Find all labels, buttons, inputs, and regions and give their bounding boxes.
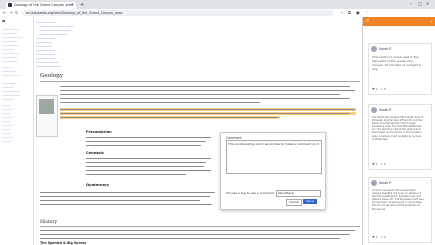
- minimize-icon[interactable]: –: [410, 1, 412, 6]
- subsection-heading: Cenozoic: [86, 151, 105, 155]
- comment-author: Sarah P.: [379, 107, 392, 112]
- save-button[interactable]: Save: [303, 199, 317, 204]
- cancel-button[interactable]: Cancel: [286, 199, 302, 206]
- comment-card[interactable]: Sarah P. ⋯ This section's verse read in …: [368, 43, 432, 95]
- comment-text: This section's verse read in the last pa…: [372, 55, 421, 72]
- paragraph-line: [86, 162, 206, 164]
- sidebar-link[interactable]: ————: [2, 97, 14, 101]
- avatar: [371, 107, 377, 113]
- sidebar-link[interactable]: ———: [2, 139, 11, 143]
- tab-close-icon[interactable]: ×: [71, 2, 74, 6]
- browser-tab[interactable]: Geology of the Grand Canyon area ×: [6, 1, 76, 9]
- paragraph-line: [60, 113, 350, 115]
- comment-text: Common ancestral of the preservation rem…: [372, 189, 424, 211]
- comment-textarea[interactable]: This is interesting, and I would like to…: [226, 140, 322, 174]
- paragraph-line: [86, 158, 211, 160]
- url-text: en.wikipedia.org/wiki/Geology_of_the_Gra…: [26, 10, 123, 15]
- paragraph-line: [60, 109, 355, 111]
- paragraph-line: [40, 230, 355, 232]
- replies-count: 2: [383, 235, 386, 239]
- replies-count: 2: [383, 162, 386, 166]
- section-heading: Geology: [40, 73, 64, 79]
- comments-panel: ☰ × Sarah P. ⋯ This section's verse read…: [362, 17, 435, 245]
- maximize-icon[interactable]: □: [418, 1, 422, 6]
- comment-card[interactable]: Sarah P. ⋯ Common ancestral of the prese…: [368, 177, 432, 243]
- more-icon[interactable]: ⋯: [425, 181, 428, 185]
- subsection-heading: Precambrian: [86, 130, 112, 134]
- sidebar-link[interactable]: —————: [2, 59, 17, 63]
- wikipedia-favicon-icon: [8, 3, 12, 7]
- more-icon[interactable]: ⋯: [425, 47, 428, 51]
- likes-count: 1: [375, 87, 378, 91]
- forward-icon[interactable]: →: [9, 10, 13, 15]
- paragraph-line: [86, 170, 211, 172]
- comment-actions[interactable]: ♥ 1 ↩ 5: [372, 87, 386, 91]
- paragraph-line: [40, 238, 340, 240]
- paragraph-line: [86, 145, 201, 147]
- paragraph-line: [86, 174, 186, 176]
- paragraph-line: [40, 196, 210, 198]
- comment-actions[interactable]: ♥ 1 ↩ 2: [372, 235, 386, 239]
- section-heading: History: [40, 220, 58, 225]
- map-image[interactable]: [39, 99, 54, 114]
- address-bar[interactable]: en.wikipedia.org/wiki/Geology_of_the_Gra…: [22, 10, 334, 16]
- bookmark-star-icon[interactable]: ☆: [340, 10, 344, 15]
- paragraph-line: [60, 98, 350, 100]
- infobox: [36, 95, 58, 137]
- new-tab-icon[interactable]: +: [80, 2, 84, 8]
- avatar: [371, 180, 377, 186]
- tab-title: Geology of the Grand Canyon area: [14, 2, 73, 7]
- browser-menu-icon[interactable]: ⋮: [364, 10, 368, 15]
- back-icon[interactable]: ←: [3, 10, 7, 15]
- comment-card[interactable]: Sarah P. ⋯ The Wilderness remains SM & t…: [368, 104, 432, 170]
- paragraph-line: [40, 234, 350, 236]
- comment-text: The Wilderness remains SM & these rocks …: [372, 116, 424, 141]
- more-icon[interactable]: ⋯: [425, 108, 428, 112]
- replies-count: 5: [383, 87, 386, 91]
- close-window-icon[interactable]: ×: [426, 1, 429, 6]
- comment-dialog: Comment This is interesting, and I would…: [220, 132, 326, 210]
- paragraph-line: [60, 102, 260, 104]
- wiki-logo[interactable]: W: [2, 19, 5, 23]
- paragraph-line: [60, 90, 355, 92]
- toc-item[interactable]: ————————: [36, 64, 62, 68]
- likes-count: 1: [375, 162, 378, 166]
- paragraph-line: [40, 192, 215, 194]
- avatar: [371, 46, 377, 52]
- wiki-sidebar: W —————— ————— ——————— ————— —————— ————…: [0, 17, 34, 245]
- sidebar-link[interactable]: ——————: [2, 73, 20, 77]
- paragraph-line: [60, 94, 340, 96]
- close-panel-icon[interactable]: ×: [430, 19, 433, 24]
- paragraph-line: [40, 204, 212, 206]
- subsection-heading: The Spanish & Big Survey: [40, 241, 87, 245]
- menu-icon[interactable]: ☰: [366, 19, 369, 23]
- likes-count: 1: [375, 235, 378, 239]
- profile-icon[interactable]: ●: [356, 10, 360, 15]
- paragraph-line: [40, 200, 200, 202]
- paragraph-line: [86, 166, 204, 168]
- comment-author: Sarah P.: [379, 180, 392, 185]
- paragraph-line: [86, 141, 206, 143]
- reload-icon[interactable]: ↻: [15, 10, 19, 15]
- paragraph-line: [60, 86, 350, 88]
- subsection-heading: Quaternary: [86, 183, 110, 187]
- extensions-icon[interactable]: ⧉: [348, 10, 351, 15]
- tag-select-label: Choose a tag to use a comment: [226, 191, 274, 195]
- paragraph-line: [60, 117, 278, 119]
- tag-select[interactable]: Abouthere: [276, 190, 321, 197]
- paragraph-line: [86, 137, 211, 139]
- comment-actions[interactable]: ♥ 1 ↩ 2: [372, 162, 386, 166]
- comments-panel-header: ☰ ×: [363, 17, 435, 26]
- comment-author: Sarah P.: [379, 46, 392, 51]
- wikipedia-page: W —————— ————— ——————— ————— —————— ————…: [0, 17, 362, 245]
